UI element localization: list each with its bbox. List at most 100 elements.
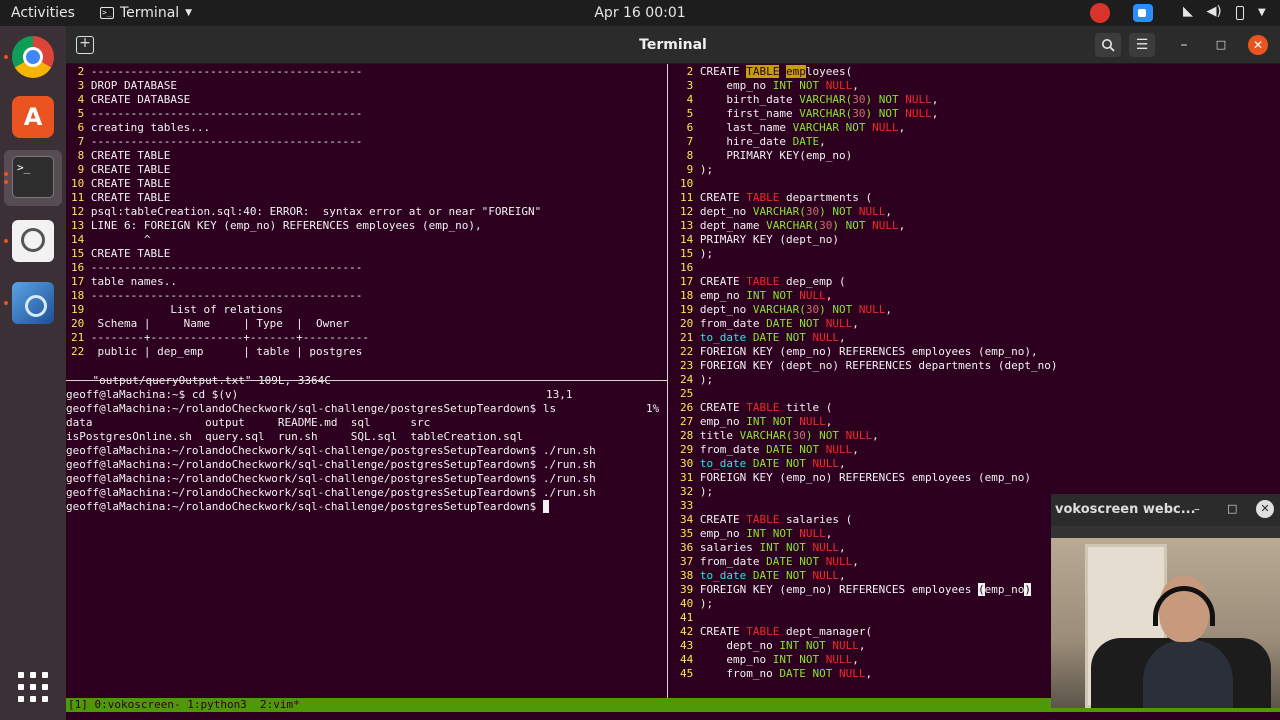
line-number: 12 (680, 205, 694, 218)
line-number: 19 (71, 303, 85, 316)
line-text: ----------------------------------------… (84, 65, 363, 78)
maximize-icon[interactable]: □ (1208, 33, 1234, 57)
terminal-dock-icon[interactable]: >_ (12, 156, 54, 198)
code-token: , (825, 289, 833, 302)
volume-icon[interactable]: ◀) (1206, 4, 1222, 22)
code-token: NOT (785, 331, 806, 344)
line-number: 12 (71, 205, 85, 218)
code-token: emp_no (699, 653, 773, 666)
clock[interactable]: Apr 16 00:01 (594, 5, 685, 21)
vokoscreen-titlebar[interactable]: vokoscreen webc... – □ ✕ (1051, 494, 1280, 526)
vim-line: 8 PRIMARY KEY(emp_no) (680, 149, 853, 163)
close-icon[interactable]: ✕ (1256, 500, 1274, 518)
vokoscreen-icon[interactable] (12, 282, 54, 324)
code-token: NOT (772, 527, 793, 540)
line-number: 11 (680, 191, 694, 204)
vim-line: 5 --------------------------------------… (71, 107, 363, 121)
code-token: ) (832, 219, 839, 232)
line-number: 43 (680, 639, 694, 652)
code-token: NULL (845, 429, 873, 442)
code-token: , (838, 331, 846, 344)
vim-line: 28 title VARCHAR(30) NOT NULL, (680, 429, 879, 443)
vim-line: 5 first_name VARCHAR(30) NOT NULL, (680, 107, 939, 121)
line-number: 44 (680, 653, 694, 666)
magnifier-icon[interactable] (12, 220, 54, 262)
close-icon[interactable]: ✕ (1248, 35, 1268, 55)
code-token: NOT (878, 107, 899, 120)
zoom-app-icon[interactable] (1133, 4, 1153, 22)
shell-line: geoff@laMachina:~$ cd $(v) (66, 388, 239, 401)
code-token: NULL (858, 205, 886, 218)
code-token: , (852, 555, 859, 568)
ubuntu-software-icon[interactable]: A (12, 96, 54, 138)
code-token: NULL (858, 303, 886, 316)
new-tab-icon[interactable]: + (76, 36, 94, 54)
maximize-icon[interactable]: □ (1227, 494, 1237, 524)
code-token: emp (785, 65, 806, 78)
line-number: 32 (680, 485, 694, 498)
shell-line: geoff@laMachina:~/rolandoCheckwork/sql-c… (66, 472, 596, 485)
line-text: ----------------------------------------… (84, 107, 363, 120)
chrome-icon[interactable] (12, 36, 54, 78)
code-token: PRIMARY KEY(emp_no) (699, 149, 853, 162)
minimize-icon[interactable]: – (1171, 33, 1197, 57)
vokoscreen-webcam-window[interactable]: vokoscreen webc... – □ ✕ (1051, 494, 1280, 708)
line-text: CREATE TABLE (84, 163, 171, 176)
line-number: 6 (71, 121, 85, 134)
line-text: psql:tableCreation.sql:40: ERROR: syntax… (84, 205, 542, 218)
code-token: CREATE (699, 65, 747, 78)
code-token: DATE (779, 667, 806, 680)
code-token: INT (746, 527, 767, 540)
wifi-icon[interactable]: ◣ (1180, 4, 1196, 22)
line-number: 3 (71, 79, 85, 92)
minimize-icon[interactable]: – (1194, 494, 1200, 524)
code-token: INT (746, 289, 767, 302)
terminal-icon: >_ (100, 7, 114, 19)
line-number: 45 (680, 667, 694, 680)
code-token: TABLE (746, 275, 780, 288)
code-token: CREATE (699, 625, 747, 638)
code-token: ); (699, 373, 714, 386)
code-token: ) (1024, 583, 1032, 596)
code-token: , (825, 527, 833, 540)
pane-divider-horizontal[interactable] (66, 380, 667, 381)
battery-icon[interactable] (1236, 6, 1244, 20)
line-number: 30 (680, 457, 694, 470)
show-applications-grid-icon[interactable] (18, 672, 48, 702)
system-menu-caret-icon[interactable]: ▼ (1258, 4, 1266, 22)
code-token: , (838, 541, 846, 554)
terminal-titlebar[interactable]: + Terminal ☰ – □ ✕ (66, 26, 1280, 64)
code-token: FOREIGN KEY (dept_no) REFERENCES departm… (699, 359, 1058, 372)
line-text: ----------------------------------------… (84, 289, 363, 302)
code-token: DATE (766, 317, 793, 330)
code-token: to_date (699, 569, 747, 582)
code-token: FOREIGN KEY (emp_no) REFERENCES employee… (699, 471, 1032, 484)
search-icon[interactable] (1095, 33, 1121, 57)
hamburger-menu-icon[interactable]: ☰ (1129, 33, 1155, 57)
code-token: emp_no (699, 415, 747, 428)
code-token: , (852, 79, 859, 92)
code-token: NOT (799, 653, 820, 666)
line-number: 4 (680, 93, 694, 106)
code-token: 30 (852, 93, 866, 106)
activities-button[interactable]: Activities (11, 0, 75, 26)
code-token: 30 (805, 205, 820, 218)
code-token: 30 (852, 107, 866, 120)
code-token: ) (819, 303, 826, 316)
pane-divider-vertical[interactable] (667, 64, 668, 698)
line-number: 14 (71, 233, 85, 246)
line-text: CREATE TABLE (84, 149, 171, 162)
vim-line: 6 creating tables... (71, 121, 210, 135)
vim-line: 35 emp_no INT NOT NULL, (680, 527, 832, 541)
app-menu-button[interactable]: >_ Terminal ▼ (100, 0, 192, 26)
line-number: 10 (680, 177, 694, 190)
code-token: CREATE (699, 401, 747, 414)
recording-indicator-icon[interactable] (1090, 3, 1110, 23)
